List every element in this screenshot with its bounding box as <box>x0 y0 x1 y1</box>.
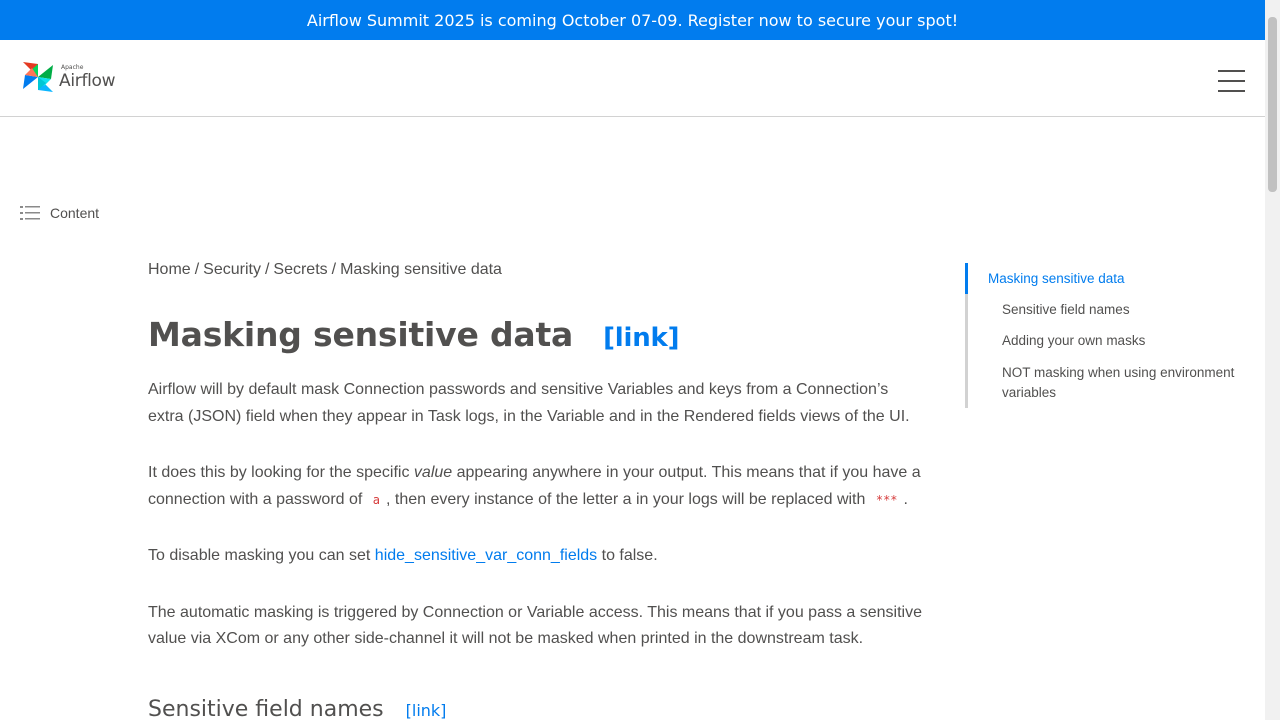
breadcrumb-security[interactable]: Security <box>203 261 261 278</box>
paragraph-intro: Airflow will by default mask Connection … <box>148 381 910 425</box>
scrollbar-thumb[interactable] <box>1268 17 1277 192</box>
section-heading-sensitive-field-names: Sensitive field names [link] <box>148 697 446 720</box>
list-icon <box>20 206 40 220</box>
text-segment: To disable masking you can set <box>148 547 375 564</box>
toc-item-masking-sensitive-data[interactable]: Masking sensitive data <box>988 269 1125 289</box>
emphasis-value: value <box>413 464 453 481</box>
text-segment: to false. <box>597 547 658 564</box>
page-title-text: Masking sensitive data <box>148 315 574 354</box>
airflow-pinwheel-icon <box>23 62 53 92</box>
logo-text: Airflow <box>59 70 116 91</box>
text-segment: . <box>903 490 908 508</box>
inline-code-stars: *** <box>875 492 898 507</box>
site-header: Apache Airflow <box>0 40 1265 117</box>
hide-sensitive-fields-link[interactable]: hide_sensitive_var_conn_fields <box>375 547 597 564</box>
breadcrumb-separator: / <box>264 261 270 278</box>
text-segment: , then every instance of the letter a in… <box>386 490 870 508</box>
content-sidebar-toggle[interactable]: Content <box>20 205 99 221</box>
logo-small-text: Apache <box>61 63 84 71</box>
content-toggle-label[interactable]: Content <box>50 205 99 221</box>
paragraph-value-matching: It does this by looking for the specific… <box>148 460 928 513</box>
toc-active-indicator <box>965 263 968 294</box>
paragraph-disable-masking: To disable masking you can set hide_sens… <box>148 543 928 570</box>
main-content: Home / Security / Secrets / Masking sensitive … <box>148 258 928 653</box>
hamburger-menu-icon[interactable] <box>1218 70 1246 94</box>
breadcrumb-current: Masking sensitive data <box>340 261 502 278</box>
page-title: Masking sensitive data [link] <box>148 315 928 354</box>
announcement-banner[interactable]: Airflow Summit 2025 is coming October 07… <box>0 0 1265 40</box>
page-scrollbar[interactable] <box>1265 0 1280 720</box>
airflow-logo[interactable]: Apache Airflow <box>20 59 116 95</box>
breadcrumb-secrets[interactable]: Secrets <box>273 261 327 278</box>
text-segment: It does this by looking for the specific <box>148 464 414 481</box>
section-anchor-link[interactable]: [link] <box>406 701 447 720</box>
breadcrumb-separator: / <box>194 261 200 278</box>
breadcrumb-separator: / <box>331 261 337 278</box>
table-of-contents: Masking sensitive data Sensitive field n… <box>965 263 1255 408</box>
paragraph-automatic-masking: The automatic masking is triggered by Co… <box>148 603 923 648</box>
breadcrumb-home[interactable]: Home <box>148 261 191 278</box>
inline-code-a: a <box>372 492 381 507</box>
section-heading-text: Sensitive field names <box>148 697 384 720</box>
toc-item-not-masking-env-vars[interactable]: NOT masking when using environment varia… <box>1002 363 1252 403</box>
title-anchor-link[interactable]: [link] <box>603 323 679 353</box>
toc-item-adding-own-masks[interactable]: Adding your own masks <box>1002 331 1145 351</box>
breadcrumb: Home / Security / Secrets / Masking sensitive … <box>148 258 928 282</box>
toc-item-sensitive-field-names[interactable]: Sensitive field names <box>1002 300 1130 320</box>
banner-text[interactable]: Airflow Summit 2025 is coming October 07… <box>307 11 958 30</box>
